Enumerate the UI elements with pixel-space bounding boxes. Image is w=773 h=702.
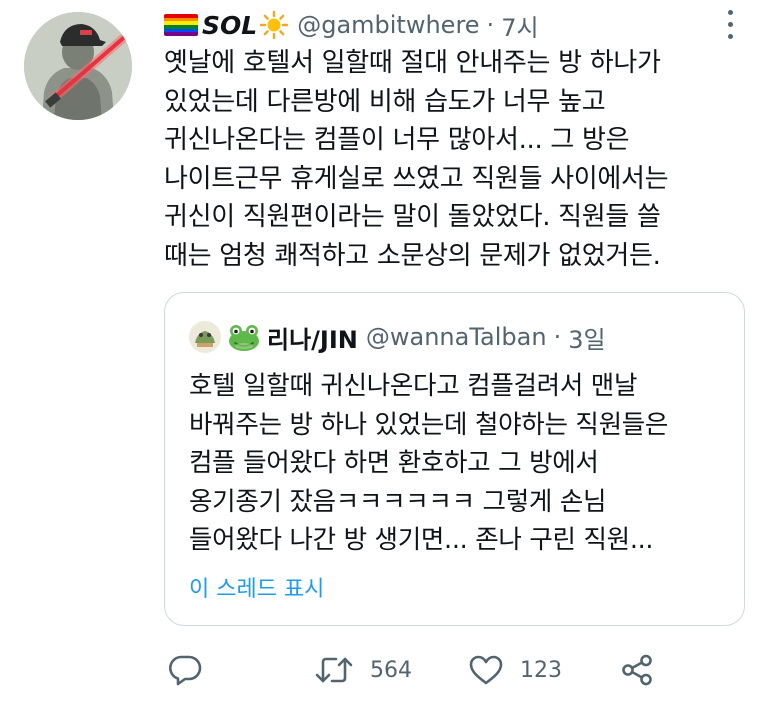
author-avatar[interactable] (24, 12, 132, 120)
quoted-text-line: 호텔 일할때 귀신나온다고 컴플걸려서 맨날 (189, 371, 638, 401)
quoted-tweet[interactable]: 리나/JIN @wannaTalban · 3일 호텔 일할때 귀신나온다고 컴… (164, 292, 745, 626)
like-count: 123 (520, 657, 562, 683)
separator-dot: · (486, 11, 495, 39)
tweet-header: SOL @gambitwhere · 7시 (164, 8, 539, 42)
retweet-icon (315, 657, 353, 683)
tweet-text-line: 옛날에 호텔서 일할때 절대 안내주는 방 하나가 (164, 48, 661, 78)
quoted-author-name[interactable]: 리나/JIN (267, 320, 358, 355)
heart-icon (469, 655, 503, 685)
like-button[interactable]: 123 (468, 650, 562, 690)
quoted-author-avatar (189, 321, 221, 353)
quoted-text-line: 들어왔다 나간 방 생기면... 존나 구린 직원... (189, 525, 654, 555)
share-button[interactable] (620, 650, 654, 690)
tweet-text-line: 나이트근무 휴게실로 쓰였고 직원들 사이에서는 (164, 163, 669, 194)
separator-dot: · (553, 323, 562, 351)
reply-button[interactable] (168, 650, 202, 690)
author-handle[interactable]: @gambitwhere (297, 11, 479, 39)
tweet-text-line: 귀신이 직원편이라는 말이 돌았었다. 직원들 쓸 (164, 202, 661, 232)
author-name-link[interactable]: SOL (164, 10, 289, 40)
tweet-text-line: 있었는데 다른방에 비해 습도가 너무 높고 (164, 86, 606, 117)
reply-icon (169, 655, 202, 686)
frog-emoji-icon (229, 325, 259, 351)
quoted-text-line: 옹기종기 잤음ㅋㅋㅋㅋㅋㅋ 그렇게 손님 (189, 486, 607, 517)
sun-icon (260, 10, 289, 40)
quoted-tweet-header: 리나/JIN @wannaTalban · 3일 (189, 319, 606, 355)
retweet-count: 564 (370, 657, 412, 683)
author-display-name: SOL (202, 10, 258, 40)
tweet-text-line: 귀신나온다는 컴플이 너무 많아서... 그 방은 (164, 125, 630, 155)
tweet[interactable]: SOL @gambitwhere · 7시 옛날에 호텔서 일할때 절대 안내주… (0, 0, 773, 702)
quoted-tweet-timestamp[interactable]: 3일 (568, 320, 605, 355)
tweet-timestamp[interactable]: 7시 (501, 8, 538, 43)
share-icon (622, 654, 652, 686)
tweet-text: 옛날에 호텔서 일할때 절대 안내주는 방 하나가 있었는데 다른방에 비해 습… (164, 44, 754, 275)
quoted-author-handle[interactable]: @wannaTalban (366, 323, 547, 351)
rainbow-flag-icon (164, 14, 198, 36)
quoted-tweet-text: 호텔 일할때 귀신나온다고 컴플걸려서 맨날 바꿔주는 방 하나 있었는데 철야… (189, 367, 729, 560)
tweet-action-bar: 564 123 (164, 650, 664, 690)
quoted-text-line: 바꿔주는 방 하나 있었는데 철야하는 직원들은 (189, 409, 669, 440)
show-thread-link[interactable]: 이 스레드 표시 (189, 571, 324, 603)
quoted-text-line: 컴플 들어왔다 하면 환호하고 그 방에서 (189, 448, 599, 478)
more-options-icon[interactable] (724, 6, 736, 42)
retweet-button[interactable]: 564 (314, 650, 412, 690)
tweet-text-line: 때는 엄청 쾌적하고 소문상의 문제가 없었거든. (164, 240, 661, 271)
